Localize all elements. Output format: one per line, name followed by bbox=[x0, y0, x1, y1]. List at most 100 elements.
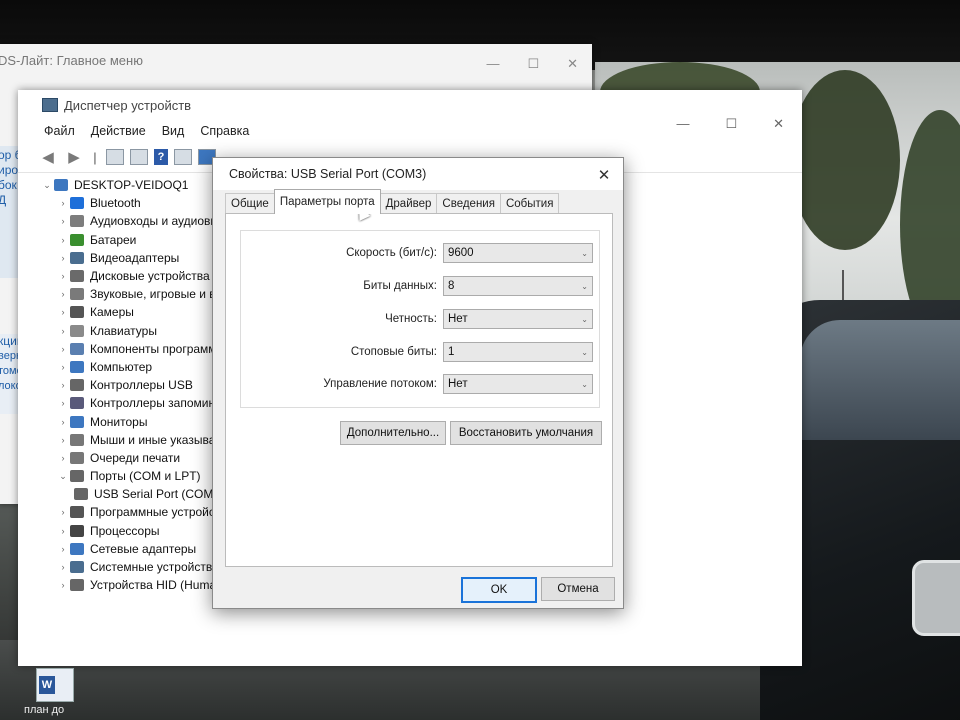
expand-chevron-icon[interactable]: › bbox=[56, 544, 70, 554]
tree-item[interactable]: › Звуковые, игровые и в bbox=[40, 285, 219, 303]
menu-view[interactable]: Вид bbox=[162, 124, 185, 138]
update-icon[interactable] bbox=[130, 149, 148, 165]
expand-chevron-icon[interactable]: › bbox=[56, 562, 70, 572]
tree-item[interactable]: › Сетевые адаптеры bbox=[40, 540, 219, 558]
tree-item[interactable]: › Аудиовходы и аудиовы bbox=[40, 212, 220, 230]
expand-chevron-icon[interactable]: › bbox=[56, 398, 70, 408]
data-bits-select[interactable]: 8 ⌄ bbox=[443, 276, 593, 296]
forward-arrow-icon[interactable]: ▶ bbox=[64, 148, 84, 166]
tree-item[interactable]: › Компьютер bbox=[40, 358, 219, 376]
properties-dialog[interactable]: Свойства: USB Serial Port (COM3) ✕ Общие… bbox=[212, 157, 624, 609]
expand-chevron-icon[interactable]: › bbox=[56, 453, 70, 463]
tab-general[interactable]: Общие bbox=[225, 193, 275, 214]
expand-chevron-icon[interactable]: › bbox=[56, 580, 70, 590]
parity-select[interactable]: Нет ⌄ bbox=[443, 309, 593, 329]
tree-item[interactable]: › Клавиатуры bbox=[40, 322, 219, 340]
tree-item[interactable]: › Контроллеры запомин bbox=[40, 394, 219, 412]
close-icon[interactable]: ✕ bbox=[567, 56, 578, 72]
field-row-parity: Четность: Нет ⌄ bbox=[241, 307, 599, 331]
tree-item[interactable]: › Дисковые устройства bbox=[40, 267, 219, 285]
close-icon[interactable]: ✕ bbox=[595, 166, 613, 184]
pds-title: DS-Лайт: Главное меню bbox=[0, 52, 143, 68]
minimize-icon[interactable]: — bbox=[486, 56, 499, 72]
device-category-icon bbox=[70, 215, 84, 228]
baud-select[interactable]: 9600 ⌄ bbox=[443, 243, 593, 263]
expand-chevron-icon[interactable]: › bbox=[56, 198, 70, 208]
taskbar-word-item[interactable]: W bbox=[36, 668, 74, 702]
device-category-icon bbox=[70, 579, 84, 592]
expand-chevron-icon[interactable]: › bbox=[56, 326, 70, 336]
tree-item[interactable]: › Устройства HID (Huma bbox=[40, 576, 219, 594]
expand-chevron-icon[interactable]: › bbox=[56, 271, 70, 281]
tree-item[interactable]: › Камеры bbox=[40, 303, 219, 321]
tree-item-label: Контроллеры USB bbox=[90, 378, 193, 393]
tree-item[interactable]: › Мониторы bbox=[40, 412, 219, 430]
expand-chevron-icon[interactable]: › bbox=[56, 435, 70, 445]
advanced-button[interactable]: Дополнительно... bbox=[340, 421, 446, 445]
device-category-icon bbox=[70, 324, 84, 337]
taskbar-word-label: план до bbox=[24, 704, 65, 716]
expand-chevron-icon[interactable]: › bbox=[56, 289, 70, 299]
tree-item[interactable]: › Видеоадаптеры bbox=[40, 249, 219, 267]
device-category-icon bbox=[70, 233, 84, 246]
tree-item[interactable]: › Процессоры bbox=[40, 522, 219, 540]
expand-chevron-icon[interactable]: › bbox=[56, 216, 70, 226]
tab-port-settings[interactable]: Параметры порта bbox=[273, 189, 381, 214]
device-category-icon bbox=[70, 542, 84, 555]
collapse-chevron-icon[interactable]: ⌄ bbox=[40, 180, 54, 191]
tree-item[interactable]: ⌄ Порты (COM и LPT) bbox=[40, 467, 219, 485]
expand-chevron-icon[interactable]: › bbox=[56, 307, 70, 317]
collapse-chevron-icon[interactable]: ⌄ bbox=[56, 471, 70, 482]
flow-control-select[interactable]: Нет ⌄ bbox=[443, 374, 593, 394]
expand-chevron-icon[interactable]: › bbox=[56, 417, 70, 427]
tree-item-label: Bluetooth bbox=[90, 196, 141, 211]
ok-button[interactable]: OK bbox=[461, 577, 537, 603]
dialog-titlebar: Свойства: USB Serial Port (COM3) bbox=[213, 158, 623, 190]
tree-item[interactable]: › Компоненты программ bbox=[40, 340, 219, 358]
menu-file[interactable]: Файл bbox=[44, 124, 75, 138]
tree-item[interactable]: › Контроллеры USB bbox=[40, 376, 219, 394]
device-category-icon bbox=[70, 360, 84, 373]
tree-item[interactable]: › Батареи bbox=[40, 231, 219, 249]
expand-chevron-icon[interactable]: › bbox=[56, 344, 70, 354]
tree-item-label: Мыши и иные указыва bbox=[90, 432, 216, 447]
expand-chevron-icon[interactable]: › bbox=[56, 507, 70, 517]
expand-chevron-icon[interactable]: › bbox=[56, 362, 70, 372]
tree-item-label: Батареи bbox=[90, 232, 137, 247]
tree-item-label: Видеоадаптеры bbox=[90, 250, 180, 265]
expand-chevron-icon[interactable]: › bbox=[56, 235, 70, 245]
tab-events[interactable]: События bbox=[499, 193, 560, 214]
back-arrow-icon[interactable]: ◀ bbox=[38, 148, 58, 166]
dm-title: Диспетчер устройств bbox=[64, 97, 192, 113]
tree-item[interactable]: › Очереди печати bbox=[40, 449, 219, 467]
device-category-icon bbox=[70, 470, 84, 483]
expand-chevron-icon[interactable]: › bbox=[56, 380, 70, 390]
menu-action[interactable]: Действие bbox=[91, 124, 146, 138]
maximize-icon[interactable]: ☐ bbox=[527, 56, 539, 72]
tree-item[interactable]: › Системные устройства bbox=[40, 558, 219, 576]
close-icon[interactable]: ✕ bbox=[773, 116, 784, 132]
device-category-icon bbox=[70, 342, 84, 355]
help-icon[interactable]: ? bbox=[154, 149, 168, 165]
tree-item-usb-serial-port[interactable]: USB Serial Port (COM bbox=[40, 485, 219, 503]
device-category-icon bbox=[70, 524, 84, 537]
expand-chevron-icon[interactable]: › bbox=[56, 526, 70, 536]
chevron-down-icon: ⌄ bbox=[581, 314, 588, 324]
expand-chevron-icon[interactable]: › bbox=[56, 253, 70, 263]
tree-root[interactable]: ⌄ DESKTOP-VEIDOQ1 bbox=[40, 176, 219, 194]
device-category-icon bbox=[70, 306, 84, 319]
cancel-button[interactable]: Отмена bbox=[541, 577, 615, 601]
stop-bits-select[interactable]: 1 ⌄ bbox=[443, 342, 593, 362]
tree-item-label: Камеры bbox=[90, 305, 134, 320]
menu-help[interactable]: Справка bbox=[200, 124, 249, 138]
minimize-icon[interactable]: — bbox=[676, 116, 689, 132]
maximize-icon[interactable]: ☐ bbox=[725, 116, 737, 132]
tab-details[interactable]: Сведения bbox=[436, 193, 501, 214]
properties-icon[interactable] bbox=[106, 149, 124, 165]
restore-defaults-button[interactable]: Восстановить умолчания bbox=[450, 421, 602, 445]
tab-driver[interactable]: Драйвер bbox=[379, 193, 438, 214]
tree-item[interactable]: › Программные устройс bbox=[40, 503, 219, 521]
tree-item[interactable]: › Bluetooth bbox=[40, 194, 219, 212]
list-icon[interactable] bbox=[174, 149, 192, 165]
tree-item[interactable]: › Мыши и иные указыва bbox=[40, 431, 219, 449]
